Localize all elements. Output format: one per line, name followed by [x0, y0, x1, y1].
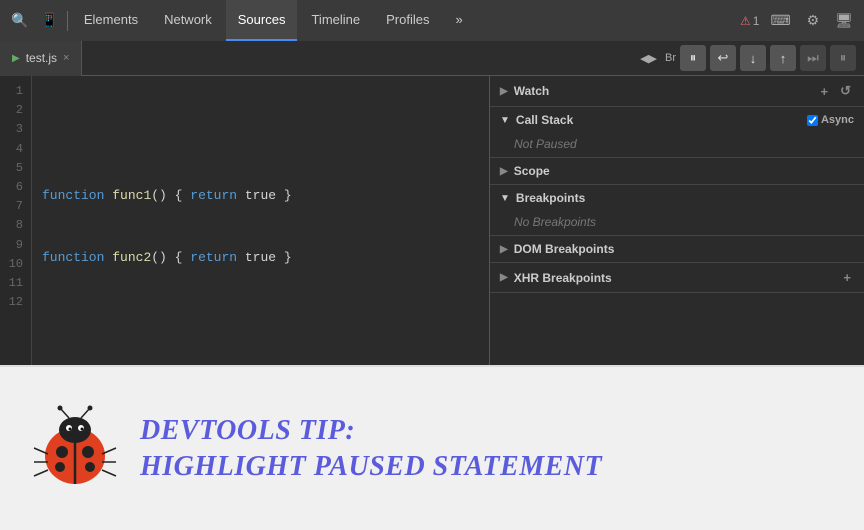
call-stack-header[interactable]: ▼ Call Stack Async [490, 107, 864, 133]
breakpoints-content: No Breakpoints [490, 211, 864, 235]
code-line-1 [42, 124, 479, 145]
xhr-breakpoints-triangle: ▶ [500, 272, 508, 283]
breadcrumb-dots: Br [665, 52, 676, 64]
right-panel: ▶ Watch + ↺ ▼ Call Stack Async [490, 76, 864, 365]
call-stack-content: Not Paused [490, 133, 864, 157]
tip-subtitle: Highlight Paused Statement [140, 451, 602, 483]
dom-breakpoints-label: DOM Breakpoints [514, 242, 615, 256]
main-toolbar: 🔍 📱 Elements Network Sources Timeline Pr… [0, 0, 864, 41]
tab-sources[interactable]: Sources [226, 0, 298, 41]
call-stack-async: Async [807, 114, 854, 126]
toolbar-separator [67, 11, 68, 31]
xhr-breakpoints-header[interactable]: ▶ XHR Breakpoints + [490, 263, 864, 292]
dom-breakpoints-header[interactable]: ▶ DOM Breakpoints [490, 236, 864, 262]
async-pause-button[interactable]: ⏸ [830, 45, 856, 71]
code-line-4 [42, 311, 479, 332]
scope-label: Scope [514, 164, 550, 178]
scope-section: ▶ Scope [490, 158, 864, 185]
terminal-icon[interactable]: ⌨ [765, 8, 795, 33]
tab-more[interactable]: » [443, 0, 474, 41]
tab-profiles[interactable]: Profiles [374, 0, 441, 41]
scope-triangle: ▶ [500, 166, 508, 177]
step-into-button[interactable]: ↓ [740, 45, 766, 71]
tip-text: DevTools Tip: Highlight Paused Statement [140, 415, 602, 483]
breadcrumb-icon: ◀▶ [640, 52, 657, 65]
breakpoints-triangle: ▼ [500, 193, 510, 204]
deactivate-button[interactable]: ⏭ [800, 45, 826, 71]
code-area: 1 2 3 4 5 6 7 8 9 10 11 12 function func… [0, 76, 489, 365]
watch-add-icon[interactable]: + [818, 83, 832, 100]
code-line-3: function func2() { return true } [42, 248, 479, 269]
error-badge: ⚠ 1 [740, 14, 759, 28]
watch-header[interactable]: ▶ Watch + ↺ [490, 76, 864, 106]
watch-section: ▶ Watch + ↺ [490, 76, 864, 107]
code-lines: function func1() { return true } functio… [32, 76, 489, 365]
breakpoints-section: ▼ Breakpoints No Breakpoints [490, 185, 864, 236]
tab-elements[interactable]: Elements [72, 0, 150, 41]
dom-breakpoints-triangle: ▶ [500, 244, 508, 255]
tab-network[interactable]: Network [152, 0, 224, 41]
tip-section: DevTools Tip: Highlight Paused Statement [0, 365, 864, 530]
ladybug-icon [30, 404, 120, 494]
close-file-icon[interactable]: × [63, 52, 69, 64]
code-editor[interactable]: 1 2 3 4 5 6 7 8 9 10 11 12 function func… [0, 76, 490, 365]
tip-title: DevTools Tip: [140, 415, 602, 447]
main-content: 1 2 3 4 5 6 7 8 9 10 11 12 function func… [0, 76, 864, 365]
xhr-breakpoints-label: XHR Breakpoints [514, 271, 612, 285]
settings-icon[interactable]: ⚙ [802, 8, 825, 33]
breakpoints-label: Breakpoints [516, 191, 585, 205]
watch-refresh-icon[interactable]: ↺ [837, 82, 854, 100]
code-line-2: function func1() { return true } [42, 186, 479, 207]
watch-triangle: ▶ [500, 86, 508, 97]
pause-button[interactable]: ⏸ [680, 45, 706, 71]
xhr-add-btn: + [840, 269, 854, 286]
mobile-icon[interactable]: 📱 [35, 8, 62, 33]
breakpoints-header[interactable]: ▼ Breakpoints [490, 185, 864, 211]
dom-breakpoints-section: ▶ DOM Breakpoints [490, 236, 864, 263]
debug-play-icon: ▶ [12, 53, 20, 64]
xhr-breakpoints-section: ▶ XHR Breakpoints + [490, 263, 864, 293]
xhr-add-icon[interactable]: + [840, 269, 854, 286]
async-checkbox[interactable] [807, 115, 818, 126]
async-label[interactable]: Async [807, 114, 854, 126]
toolbar-right: ⚠ 1 ⌨ ⚙ 🖥 [740, 8, 858, 33]
call-stack-triangle: ▼ [500, 115, 510, 126]
watch-label: Watch [514, 84, 550, 98]
line-numbers: 1 2 3 4 5 6 7 8 9 10 11 12 [0, 76, 32, 365]
step-over-button[interactable]: ↩ [710, 45, 736, 71]
tab-timeline[interactable]: Timeline [299, 0, 372, 41]
watch-actions: + ↺ [818, 82, 855, 100]
file-bar: ▶ test.js × ◀▶ Br ⏸ ↩ ↓ ↑ ⏭ ⏸ [0, 41, 864, 76]
step-out-button[interactable]: ↑ [770, 45, 796, 71]
file-tab-label: test.js [26, 51, 57, 65]
display-icon[interactable]: 🖥 [830, 8, 858, 33]
scope-header[interactable]: ▶ Scope [490, 158, 864, 184]
async-text: Async [821, 114, 854, 126]
file-tab-testjs[interactable]: ▶ test.js × [0, 41, 82, 76]
call-stack-section: ▼ Call Stack Async Not Paused [490, 107, 864, 158]
debug-controls: ◀▶ Br ⏸ ↩ ↓ ↑ ⏭ ⏸ [640, 45, 864, 71]
search-icon[interactable]: 🔍 [6, 8, 33, 33]
call-stack-label: Call Stack [516, 113, 573, 127]
